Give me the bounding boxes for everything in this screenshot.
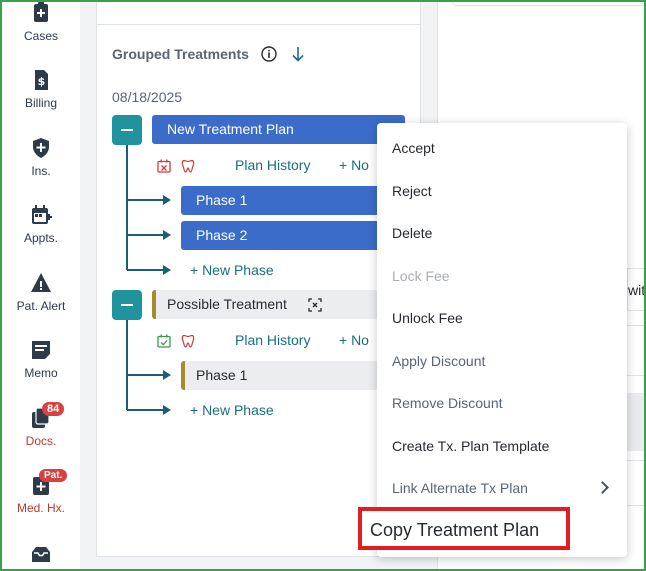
screenshot-frame bbox=[0, 0, 646, 571]
